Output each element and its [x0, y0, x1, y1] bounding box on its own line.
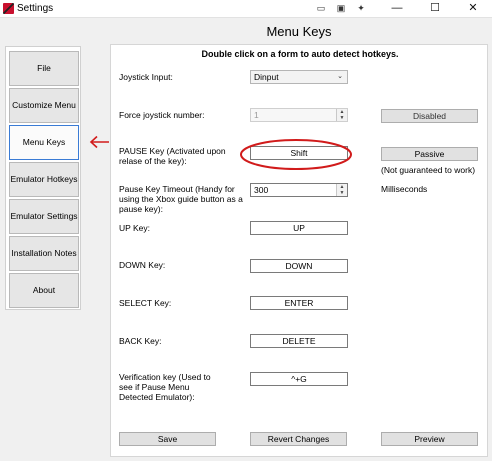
sidebar-item-emulator-hotkeys[interactable]: Emulator Hotkeys — [9, 162, 79, 197]
pause-timeout-field[interactable]: 300 ▲ ▼ — [250, 183, 348, 197]
sidebar-item-file[interactable]: File — [9, 51, 79, 86]
force-joystick-field[interactable]: 1 ▲ ▼ — [250, 108, 348, 122]
maximize-button[interactable]: ☐ — [416, 0, 454, 18]
display-icon[interactable]: ▣ — [336, 3, 346, 13]
milliseconds-unit: Milliseconds — [381, 184, 428, 194]
titlebar-tools: ▭ ▣ ✦ — [316, 3, 376, 15]
pause-timeout-value: 300 — [254, 185, 269, 195]
revert-changes-button[interactable]: Revert Changes — [250, 432, 347, 446]
pause-timeout-label: Pause Key Timeout (Handy for using the X… — [119, 184, 243, 214]
sidebar-item-installation-notes[interactable]: Installation Notes — [9, 236, 79, 271]
pin-icon[interactable]: ✦ — [356, 3, 366, 13]
sidebar-item-about[interactable]: About — [9, 273, 79, 308]
title-bar: Settings ▭ ▣ ✦ — ☐ ✕ — [0, 0, 492, 18]
verification-key-field[interactable]: ^+G — [250, 372, 348, 386]
window-title: Settings — [17, 3, 54, 14]
joystick-input-label: Joystick Input: — [119, 72, 173, 82]
spin-down-icon[interactable]: ▼ — [337, 190, 347, 196]
minimize-button[interactable]: — — [378, 0, 416, 18]
force-joystick-value: 1 — [254, 110, 259, 120]
up-key-field[interactable]: UP — [250, 221, 348, 235]
up-key-label: UP Key: — [119, 223, 151, 233]
select-key-field[interactable]: ENTER — [250, 296, 348, 310]
force-joystick-label: Force joystick number: — [119, 110, 205, 120]
pause-key-label: PAUSE Key (Activated upon relase of the … — [119, 146, 226, 166]
preview-button[interactable]: Preview — [381, 432, 478, 446]
force-joystick-spinner[interactable]: ▲ ▼ — [336, 109, 347, 121]
app-icon — [3, 3, 14, 14]
sidebar-item-customize-menu[interactable]: Customize Menu — [9, 88, 79, 123]
annotation-arrow-icon — [89, 135, 109, 149]
spin-down-icon[interactable]: ▼ — [337, 115, 347, 121]
close-button[interactable]: ✕ — [454, 0, 492, 18]
passive-toggle-button[interactable]: Passive — [381, 147, 478, 161]
pause-key-field[interactable]: Shift — [250, 146, 348, 160]
sidebar-item-emulator-settings[interactable]: Emulator Settings — [9, 199, 79, 234]
down-key-label: DOWN Key: — [119, 260, 166, 270]
chevron-down-icon: ⌄ — [337, 73, 343, 80]
menu-keys-panel: Double click on a form to auto detect ho… — [110, 44, 488, 457]
joystick-input-select[interactable]: Dinput ⌄ — [250, 70, 348, 84]
back-key-label: BACK Key: — [119, 336, 162, 346]
save-button[interactable]: Save — [119, 432, 216, 446]
back-key-field[interactable]: DELETE — [250, 334, 348, 348]
page-title: Menu Keys — [266, 24, 332, 39]
verification-key-label: Verification key (Used to see if Pause M… — [119, 372, 211, 402]
sidebar: File Customize Menu Menu Keys Emulator H… — [5, 46, 81, 310]
pause-timeout-spinner[interactable]: ▲ ▼ — [336, 184, 347, 196]
select-key-label: SELECT Key: — [119, 298, 172, 308]
passive-warning-note: (Not guaranteed to work) — [381, 165, 476, 175]
auto-detect-hint: Double click on a form to auto detect ho… — [201, 49, 399, 59]
down-key-field[interactable]: DOWN — [250, 259, 348, 273]
disabled-toggle-button[interactable]: Disabled — [381, 109, 478, 123]
sidebar-item-menu-keys[interactable]: Menu Keys — [9, 125, 79, 160]
screen-icon[interactable]: ▭ — [316, 3, 326, 13]
joystick-input-value: Dinput — [254, 72, 279, 82]
